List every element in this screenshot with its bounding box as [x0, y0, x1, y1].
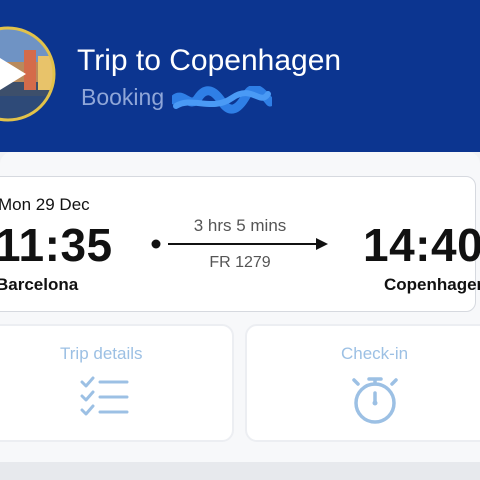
- flight-duration: 3 hrs 5 mins: [193, 216, 287, 235]
- booking-label: Booking: [81, 84, 165, 110]
- bottom-strip: [0, 462, 480, 480]
- trip-details-label: Trip details: [60, 344, 143, 363]
- arrival-city: Copenhagen: [384, 275, 480, 294]
- route-arrow-icon: [151, 238, 328, 250]
- trip-thumbnail[interactable]: [0, 22, 58, 126]
- redacted-booking-reference: [172, 86, 272, 114]
- page-title: Trip to Copenhagen: [77, 44, 342, 77]
- stopwatch-icon: [352, 377, 398, 424]
- flight-number: FR 1279: [209, 254, 271, 271]
- departure-city: Barcelona: [0, 275, 79, 294]
- arrival-time: 14:40: [363, 219, 480, 271]
- checklist-icon: [80, 376, 129, 416]
- departure-time: 11:35: [0, 219, 113, 271]
- check-in-label: Check-in: [341, 344, 409, 363]
- flight-date: Mon 29 Dec: [0, 195, 90, 214]
